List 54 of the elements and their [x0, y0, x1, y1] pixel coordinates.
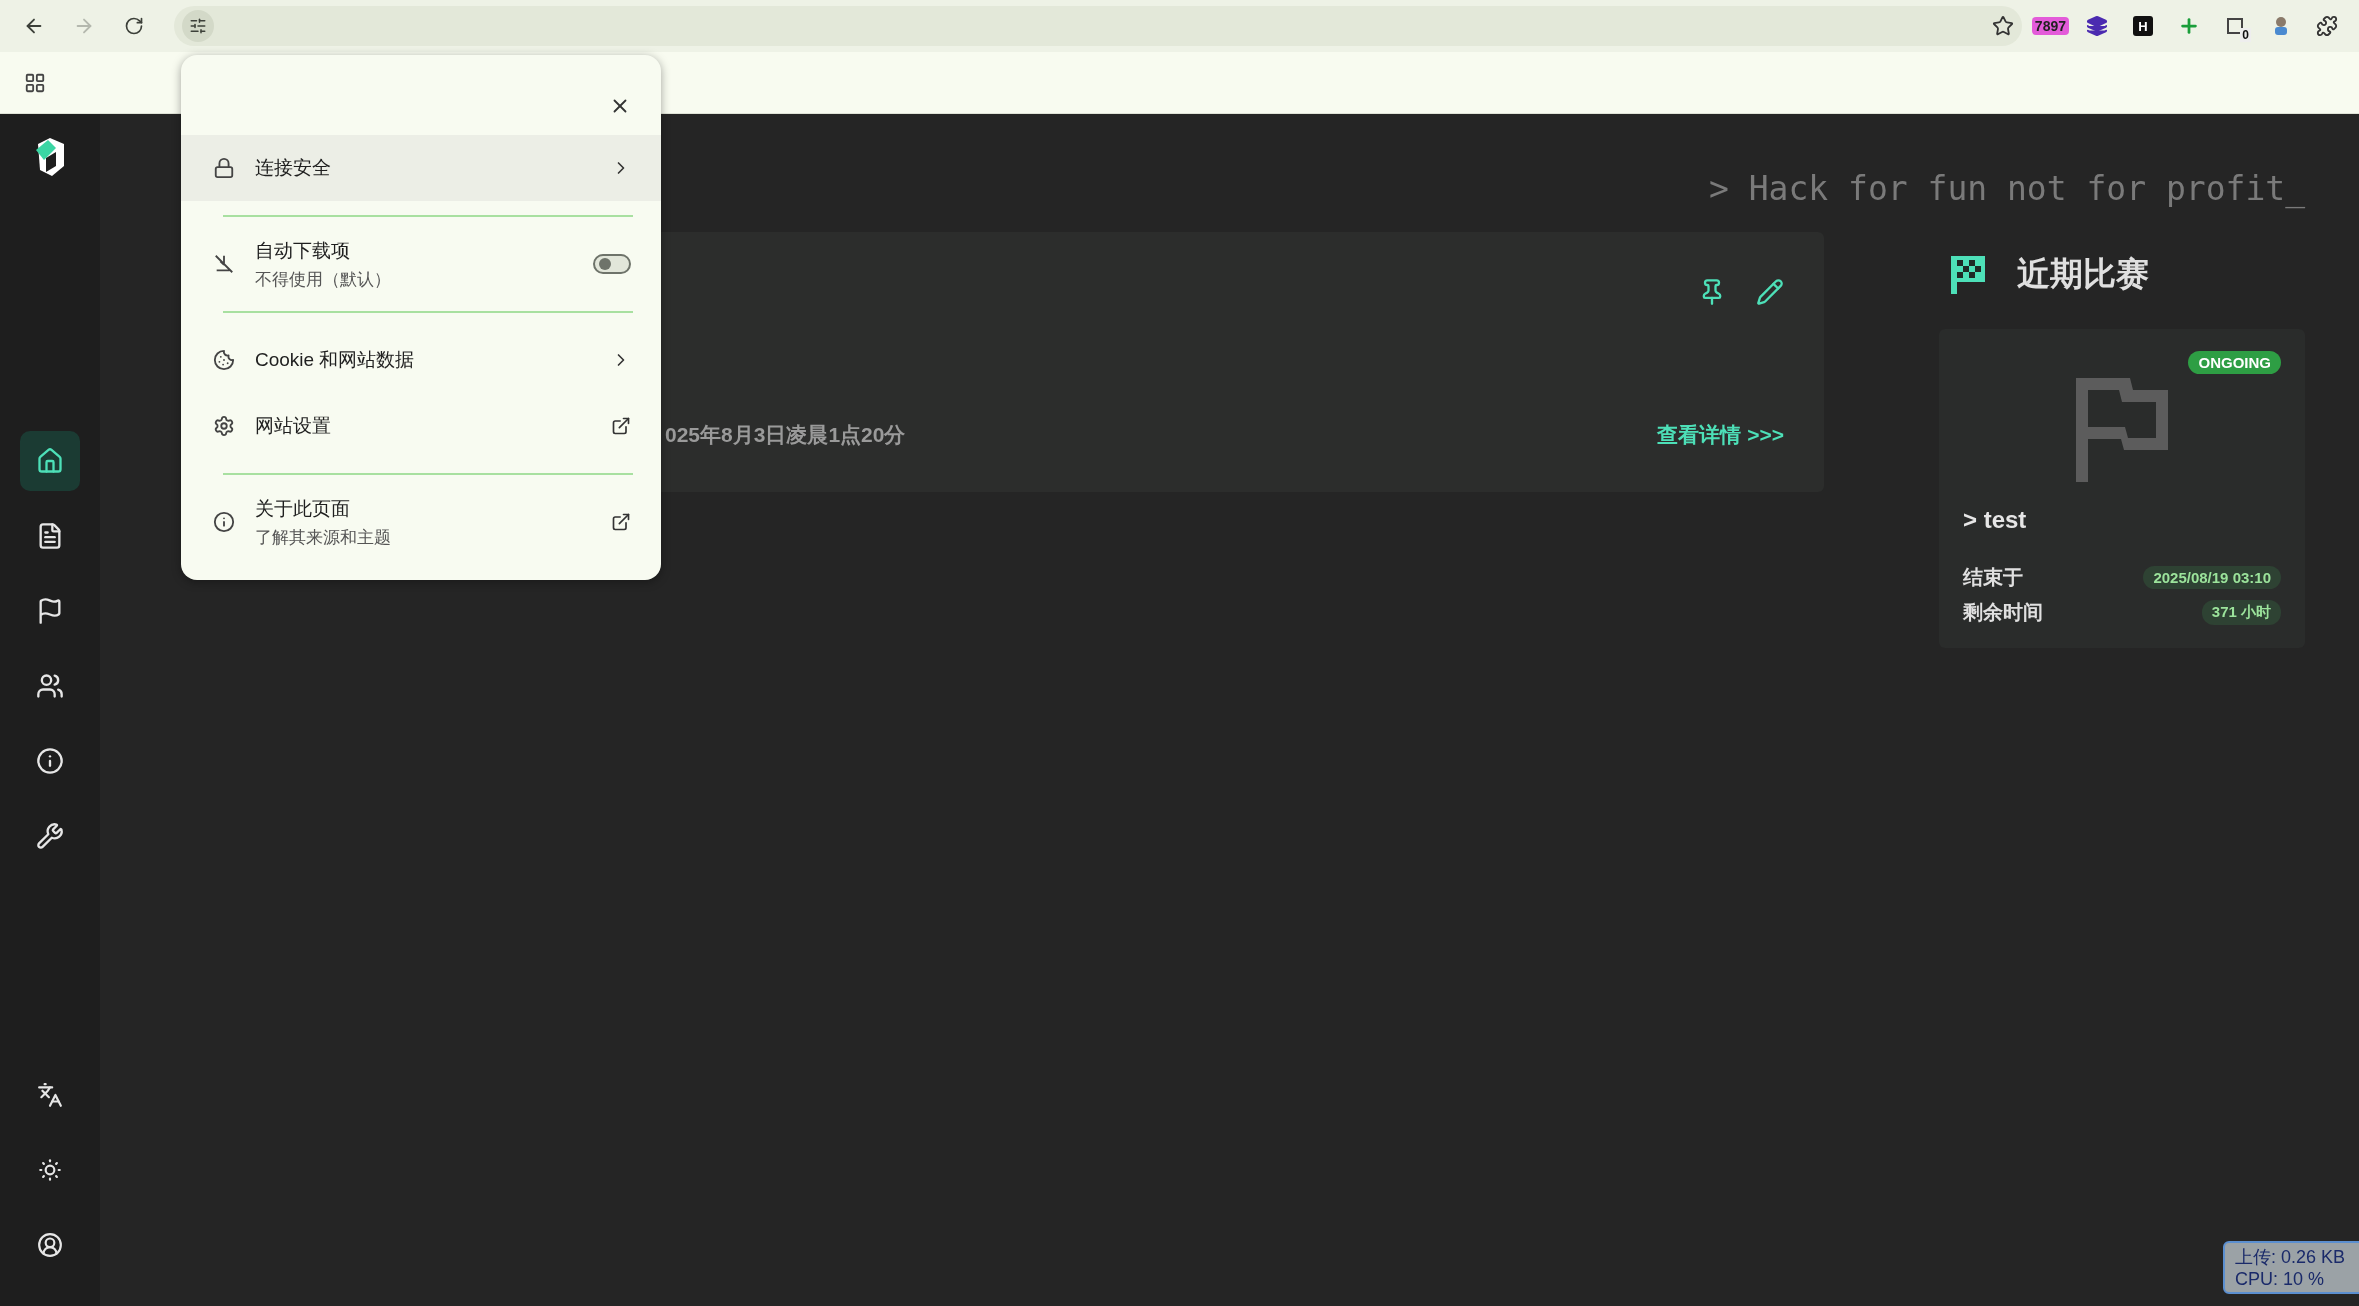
item-label: 网站设置 — [255, 414, 332, 438]
translate-icon — [37, 1082, 63, 1108]
popup-menu-item[interactable]: 关于此页面 了解其来源和主题 — [181, 489, 661, 555]
edit-button[interactable] — [1756, 278, 1784, 306]
sidebar-nav-button[interactable] — [20, 431, 80, 491]
item-sublabel: 了解其来源和主题 — [255, 526, 392, 549]
brightness-icon — [37, 1157, 63, 1183]
slogan-text: > Hack for fun not for profit_ — [1708, 169, 2305, 208]
competition-name: > test — [1963, 506, 2028, 534]
view-details-link[interactable]: 查看详情 >>> — [1657, 421, 1784, 449]
square-icon — [2226, 17, 2244, 35]
popup-menu-item[interactable]: 网站设置 — [181, 393, 661, 459]
wrench-icon — [36, 822, 64, 850]
item-label: 关于此页面 — [255, 496, 351, 521]
remaining-label: 剩余时间 — [1963, 600, 2043, 625]
info-icon — [213, 511, 235, 533]
gear-icon — [213, 415, 235, 437]
cookie-icon — [213, 349, 235, 371]
remaining-time-pill: 371 小时 — [2201, 600, 2281, 625]
extension-button[interactable]: H — [2125, 8, 2161, 44]
end-label: 结束于 — [1963, 565, 2023, 590]
account-icon — [37, 1232, 63, 1258]
download-off-icon — [213, 253, 235, 275]
apps-icon[interactable] — [24, 71, 46, 94]
flag-icon — [2076, 378, 2168, 482]
layers-icon — [2086, 15, 2108, 37]
extension-button[interactable]: 0 — [2217, 8, 2253, 44]
sliders-icon — [189, 17, 207, 35]
monitor-line: 上传: 0.26 KB — [2234, 1246, 2345, 1269]
end-time-pill: 2025/08/19 03:10 — [2143, 566, 2281, 589]
popup-menu-item[interactable]: 连接安全 — [181, 135, 661, 201]
reload-icon — [124, 16, 144, 36]
item-label: Cookie 和网站数据 — [255, 348, 416, 372]
post-date: 025年8月3日凌晨1点20分 — [665, 422, 906, 448]
status-badge: ONGOING — [2188, 351, 2281, 374]
puzzle-icon — [2316, 15, 2338, 37]
section-title: 近期比赛 — [2017, 254, 2149, 294]
info-icon — [36, 747, 64, 775]
group-icon — [36, 672, 64, 700]
plus-icon — [2178, 15, 2200, 37]
checkered-flag-icon — [1951, 255, 1985, 294]
popup-menu-item[interactable]: Cookie 和网站数据 — [181, 327, 661, 393]
item-label: 连接安全 — [255, 156, 332, 180]
external-link-icon — [611, 512, 631, 532]
site-settings-button[interactable] — [182, 10, 214, 42]
monitor-line: CPU: 10 % — [2234, 1269, 2325, 1290]
lock-icon — [213, 157, 235, 179]
toggle-switch[interactable] — [593, 254, 631, 274]
item-sublabel: 不得使用（默认） — [255, 268, 392, 291]
competition-card[interactable]: ONGOING > test 结束于 2025/08/19 03:10 剩余时间 371 小时 — [1939, 329, 2305, 648]
home-icon — [36, 447, 64, 475]
bookmark-star-icon[interactable] — [1991, 15, 2014, 37]
external-link-icon — [611, 416, 631, 436]
item-label: 自动下载项 — [255, 238, 351, 263]
